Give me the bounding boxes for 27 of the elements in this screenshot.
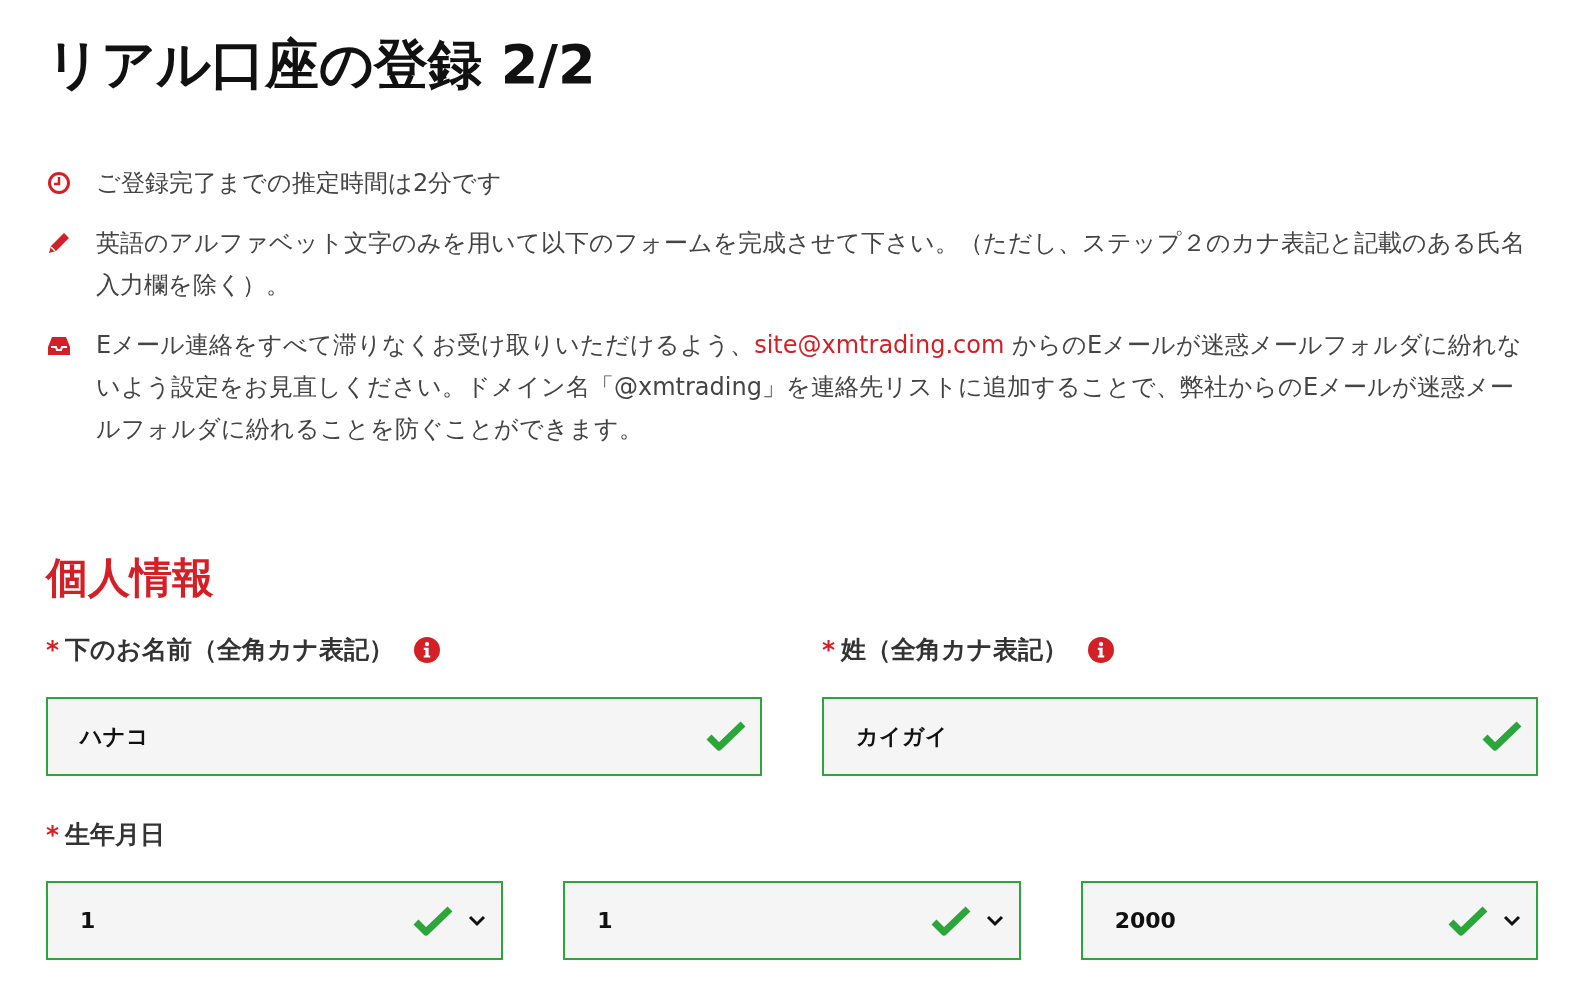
notice-text: 英語のアルファベット文字のみを用いて以下のフォームを完成させて下さい。（ただし、ステップ２のカナ表記と記載のある氏名入力欄を除く）。 bbox=[96, 228, 1526, 302]
clock-icon bbox=[46, 171, 72, 196]
text-input-field[interactable]: ハナコ bbox=[46, 696, 762, 776]
required-asterisk: * bbox=[46, 818, 60, 851]
notice-text: Eメール連絡をすべて滞りなくお受け取りいただけるよう、site@xmtrading.com からのEメールが迷惑メールフォルダに紛れないよう設定をお見直しください。ドメイン名「@xmtrading」を連絡先リストに追加することで、弊社からのEメールが迷惑メールフォルダに紛れることを防ぐことができます。 bbox=[96, 330, 1524, 446]
checkmark-icon bbox=[413, 904, 454, 937]
pencil-icon bbox=[46, 231, 72, 256]
dropdown-select[interactable]: 1 bbox=[563, 881, 1021, 961]
dropdown-select[interactable]: 1 bbox=[46, 881, 504, 961]
checkmark-icon bbox=[1448, 904, 1488, 937]
text-input-field[interactable]: カイガイ bbox=[822, 696, 1538, 776]
chevron-down-icon bbox=[467, 913, 488, 928]
checkmark-icon bbox=[1482, 720, 1522, 753]
field-label: 姓（全角カナ表記） bbox=[841, 634, 1069, 667]
email-link[interactable]: site@xmtrading.com bbox=[754, 331, 1005, 360]
section-heading: 個人情報 bbox=[46, 552, 215, 605]
required-asterisk: * bbox=[822, 634, 836, 667]
checkmark-icon bbox=[930, 904, 971, 937]
chevron-down-icon bbox=[984, 913, 1005, 928]
required-asterisk: * bbox=[46, 634, 60, 667]
notice-text: ご登録完了までの推定時間は2分です bbox=[96, 168, 503, 200]
dropdown-select[interactable]: 2000 bbox=[1080, 881, 1538, 961]
field-label: 下のお名前（全角カナ表記） bbox=[65, 634, 395, 667]
page-title: リアル口座の登録 2/2 bbox=[46, 32, 597, 98]
checkmark-icon bbox=[706, 720, 746, 753]
chevron-down-icon bbox=[1502, 913, 1522, 928]
field-label: 生年月日 bbox=[65, 818, 166, 851]
